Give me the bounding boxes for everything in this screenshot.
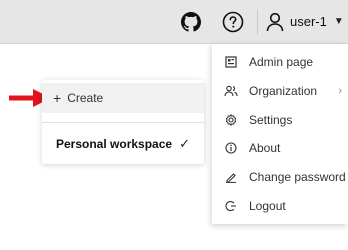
user-name: user-1 <box>290 14 327 29</box>
github-button[interactable] <box>179 10 203 34</box>
chevron-right-icon: › <box>338 85 342 97</box>
chevron-down-icon: ▼ <box>333 16 344 27</box>
menu-item-admin-page[interactable]: Admin page <box>212 48 348 76</box>
workspace-label: Personal workspace <box>56 137 173 151</box>
admin-icon <box>222 56 240 68</box>
menu-item-change-password[interactable]: Change password <box>212 163 348 191</box>
menu-item-label: Logout <box>249 199 286 213</box>
github-icon <box>181 12 201 32</box>
divider <box>42 122 204 123</box>
top-bar: user-1 ▼ <box>0 0 348 44</box>
checkmark-icon: ✓ <box>179 136 190 151</box>
settings-icon <box>222 114 240 126</box>
logout-icon <box>222 200 240 212</box>
create-button[interactable]: + Create <box>42 83 204 113</box>
user-menu-button[interactable]: user-1 ▼ <box>258 0 344 43</box>
user-icon <box>266 12 284 31</box>
organization-icon <box>222 85 240 97</box>
menu-item-label: Admin page <box>249 55 314 69</box>
menu-item-label: Settings <box>249 113 293 127</box>
menu-item-about[interactable]: About <box>212 134 348 162</box>
menu-item-label: Change password <box>249 170 346 184</box>
menu-item-logout[interactable]: Logout <box>212 192 348 220</box>
menu-item-organization[interactable]: Organization › <box>212 77 348 105</box>
menu-item-label: Organization <box>249 84 318 98</box>
plus-icon: + <box>53 90 62 106</box>
edit-icon <box>222 171 240 183</box>
help-button[interactable] <box>221 10 245 34</box>
user-dropdown-menu: Admin page Organization › Settings About… <box>212 44 348 224</box>
menu-item-settings[interactable]: Settings <box>212 106 348 134</box>
help-icon <box>222 11 244 33</box>
menu-item-label: About <box>249 141 281 155</box>
info-icon <box>222 142 240 154</box>
workspace-popover: + Create Personal workspace ✓ <box>42 80 204 164</box>
workspace-item-personal[interactable]: Personal workspace ✓ <box>56 136 190 152</box>
create-label: Create <box>67 91 104 105</box>
